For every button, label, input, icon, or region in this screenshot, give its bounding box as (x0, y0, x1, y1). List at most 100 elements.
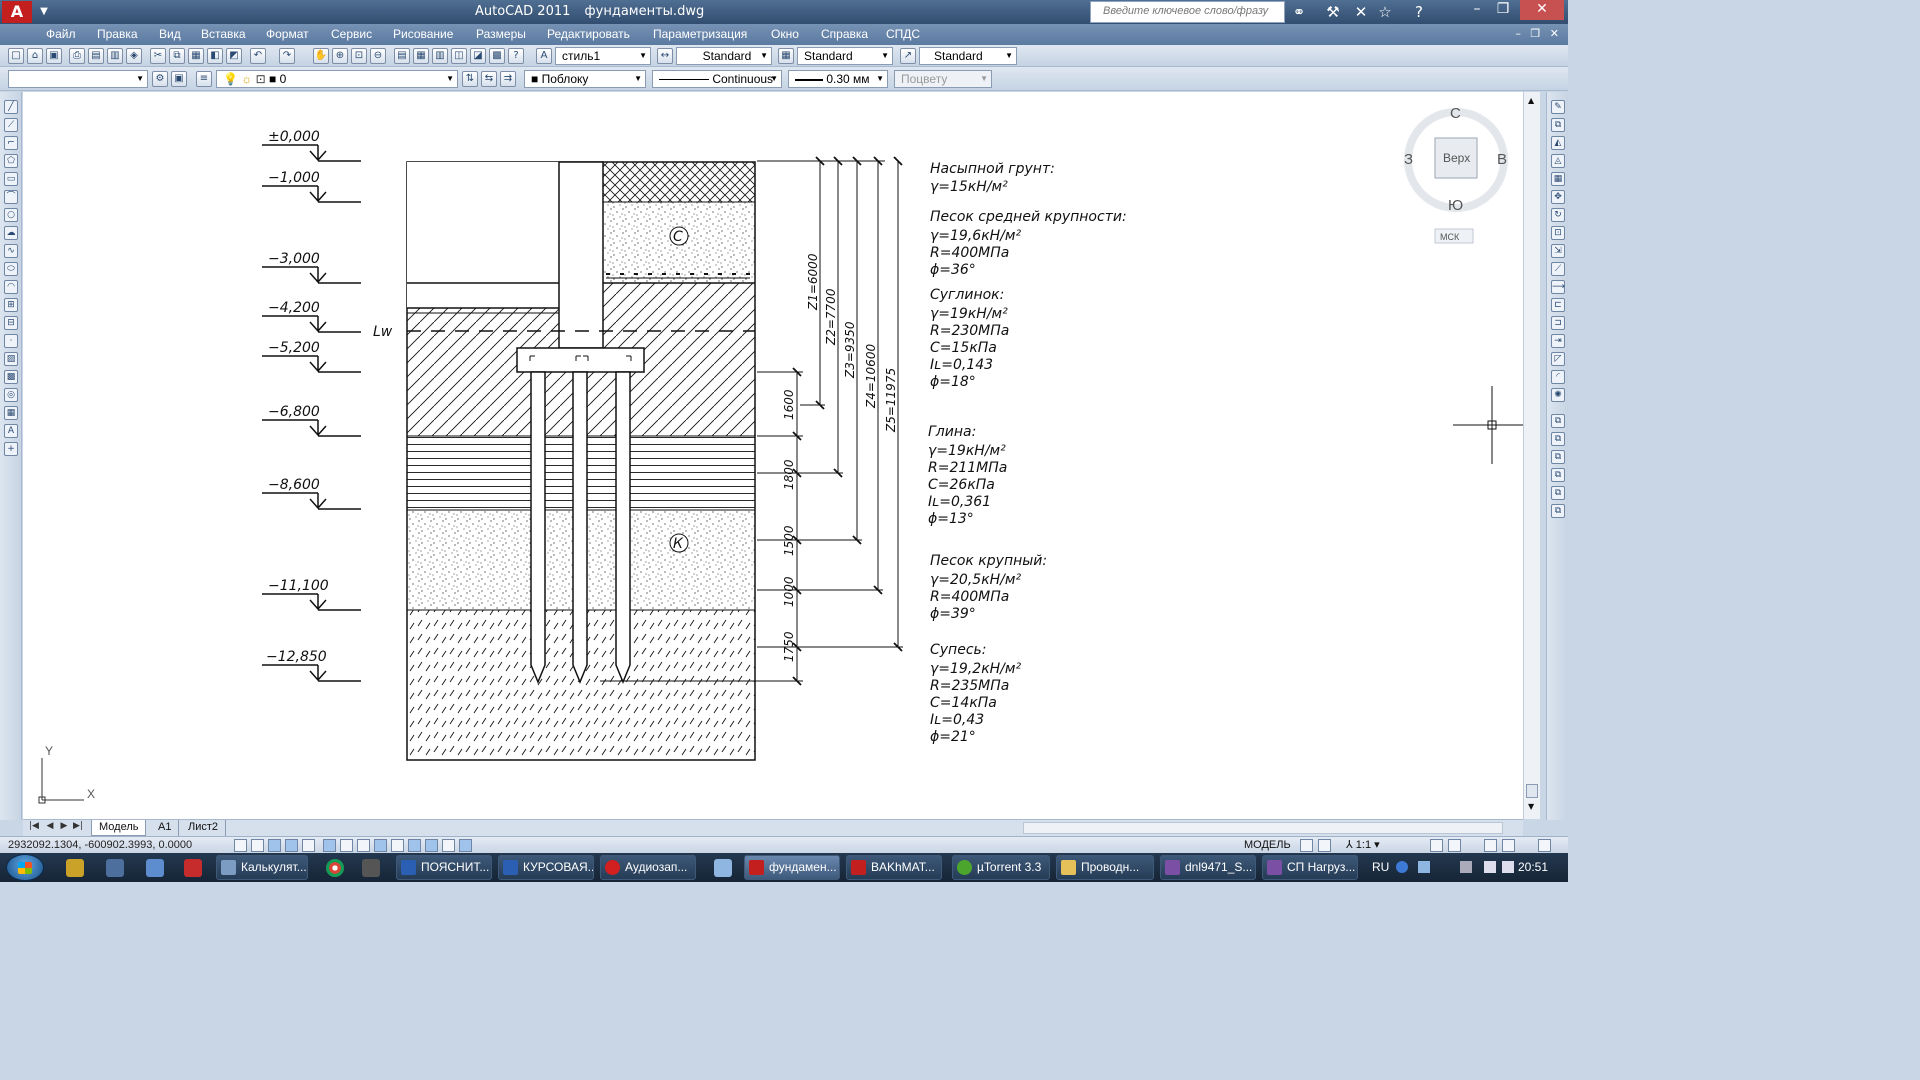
revision-cloud-icon[interactable]: ☁ (4, 226, 18, 240)
menu-spds[interactable]: СПДС (886, 27, 920, 41)
copy-object-icon[interactable]: ⧉ (1551, 118, 1565, 132)
quick-properties-icon[interactable] (442, 839, 455, 852)
dynamic-input-icon[interactable] (391, 839, 404, 852)
layer-properties-icon[interactable]: ≡ (196, 71, 212, 87)
network-icon[interactable] (1460, 861, 1472, 873)
3d-osnap-icon[interactable] (340, 839, 353, 852)
quickcalc-icon[interactable]: ▩ (489, 48, 505, 64)
arc-icon[interactable]: ⌒ (4, 190, 18, 204)
layer-match-icon[interactable]: ⇉ (500, 71, 516, 87)
tab-model[interactable]: Модель (91, 820, 147, 836)
make-block-icon[interactable]: ⊟ (4, 316, 18, 330)
object-snap-icon[interactable] (323, 839, 336, 852)
sis-app-icon[interactable] (106, 859, 124, 877)
help-icon[interactable]: ? (1408, 2, 1430, 22)
construction-line-icon[interactable]: ⟋ (4, 118, 18, 132)
undo-icon[interactable]: ↶ (250, 48, 266, 64)
redo-icon[interactable]: ↷ (279, 48, 295, 64)
close-button[interactable]: ✕ (1520, 0, 1564, 20)
annotation-scale[interactable]: ⅄ 1:1 ▾ (1346, 838, 1380, 851)
next-tab-icon[interactable]: ▶ (57, 821, 71, 831)
communication-center-icon[interactable]: ⚒ (1322, 2, 1344, 22)
workspace-switch-icon[interactable] (1430, 839, 1443, 852)
spline-icon[interactable]: ∿ (4, 244, 18, 258)
media-player-icon[interactable] (66, 859, 84, 877)
cut-icon[interactable]: ✂ (150, 48, 166, 64)
match-properties-icon[interactable]: ◧ (207, 48, 223, 64)
infer-constraints-icon[interactable] (234, 839, 247, 852)
help-toolbar-icon[interactable]: ? (508, 48, 524, 64)
task-audio[interactable]: Аудиозап... (600, 855, 696, 880)
mtext-icon[interactable]: A (4, 424, 18, 438)
layer-select[interactable]: 💡 ☼ ⊡ ■ 0 ▼ (216, 70, 458, 88)
open-icon[interactable]: ⌂ (27, 48, 43, 64)
add-selected-icon[interactable]: + (4, 442, 18, 456)
plot-preview-icon[interactable]: ▤ (88, 48, 104, 64)
zoom-window-icon[interactable]: ⊡ (351, 48, 367, 64)
menu-format[interactable]: Формат (266, 27, 309, 41)
start-button[interactable] (6, 854, 44, 881)
text-front-icon[interactable]: ⧉ (1551, 486, 1565, 500)
quick-view-drawings-icon[interactable] (1318, 839, 1331, 852)
new-icon[interactable]: □ (8, 48, 24, 64)
scroll-thumb[interactable] (1526, 784, 1538, 798)
menu-modify[interactable]: Редактировать (547, 27, 630, 41)
horizontal-scrollbar[interactable] (1023, 822, 1503, 834)
dim-style-icon[interactable]: ↔ (657, 48, 673, 64)
plot-icon[interactable]: ⎙ (69, 48, 85, 64)
menu-draw[interactable]: Рисование (393, 27, 453, 41)
infocenter-search-input[interactable]: Введите ключевое слово/фразу (1090, 1, 1285, 23)
task-explorer[interactable]: Проводн... (1056, 855, 1154, 880)
mirror-icon[interactable]: ◭ (1551, 136, 1565, 150)
rotate-icon[interactable]: ↻ (1551, 208, 1565, 222)
scale-icon[interactable]: ⊡ (1551, 226, 1565, 240)
tool-palettes-icon[interactable]: ▥ (432, 48, 448, 64)
drawing-canvas[interactable]: Lw С К ±0,000 −1,000 −3,000 −4,200 −5,20… (23, 92, 1523, 819)
color-select[interactable]: ■ Поблоку ▼ (524, 70, 646, 88)
signal-icon[interactable] (1484, 861, 1496, 873)
pan-icon[interactable]: ✋ (313, 48, 329, 64)
task-foundations[interactable]: фундамен... (744, 855, 840, 880)
model-space-toggle[interactable]: МОДЕЛЬ (1244, 839, 1291, 851)
wrench-icon[interactable]: ✕ (1350, 2, 1372, 22)
layer-previous-icon[interactable]: ⇆ (481, 71, 497, 87)
draworder-back-icon[interactable]: ⧉ (1551, 432, 1565, 446)
polygon-icon[interactable]: ⬠ (4, 154, 18, 168)
fillet-icon[interactable]: ◜ (1551, 370, 1565, 384)
status-menu-icon[interactable] (1538, 839, 1551, 852)
first-tab-icon[interactable]: |◀ (27, 821, 41, 831)
hatch-back-icon[interactable]: ⧉ (1551, 504, 1565, 518)
prev-tab-icon[interactable]: ◀ (43, 821, 57, 831)
multileader-style-icon[interactable]: ↗ (900, 48, 916, 64)
join-icon[interactable]: ⇥ (1551, 334, 1565, 348)
ortho-mode-icon[interactable] (285, 839, 298, 852)
menu-tools[interactable]: Сервис (331, 27, 372, 41)
quick-view-layouts-icon[interactable] (1300, 839, 1313, 852)
make-current-layer-icon[interactable]: ⇅ (462, 71, 478, 87)
task-sp-loads[interactable]: СП Нагруз... (1262, 855, 1358, 880)
autocad-logo-icon[interactable]: A (2, 1, 32, 23)
dim-style-select[interactable]: Standard ▼ (676, 47, 772, 65)
lineweight-select[interactable]: 0.30 мм ▼ (788, 70, 888, 88)
extend-icon[interactable]: ⟶ (1551, 280, 1565, 294)
array-icon[interactable]: ▦ (1551, 172, 1565, 186)
move-icon[interactable]: ✥ (1551, 190, 1565, 204)
break-at-point-icon[interactable]: ⊏ (1551, 298, 1565, 312)
help-tray-icon[interactable] (1396, 861, 1408, 873)
design-center-icon[interactable]: ▦ (413, 48, 429, 64)
scroll-up-icon[interactable]: ▲ (1528, 96, 1534, 105)
publish-icon[interactable]: ▥ (107, 48, 123, 64)
chrome-icon[interactable] (326, 859, 344, 877)
text-style-icon[interactable]: A (536, 48, 552, 64)
task-explanatory-note[interactable]: ПОЯСНИТ... (396, 855, 492, 880)
point-icon[interactable]: · (4, 334, 18, 348)
region-icon[interactable]: ◎ (4, 388, 18, 402)
clock[interactable]: 20:51 (1518, 860, 1548, 874)
explode-icon[interactable]: ✺ (1551, 388, 1565, 402)
scroll-down-icon[interactable]: ▼ (1528, 802, 1534, 811)
allow-ucs-icon[interactable] (374, 839, 387, 852)
vertical-scrollbar[interactable]: ▲ ▼ (1523, 92, 1540, 819)
copy-icon[interactable]: ⧉ (169, 48, 185, 64)
acrobat-icon[interactable] (184, 859, 202, 877)
transparency-icon[interactable] (425, 839, 438, 852)
